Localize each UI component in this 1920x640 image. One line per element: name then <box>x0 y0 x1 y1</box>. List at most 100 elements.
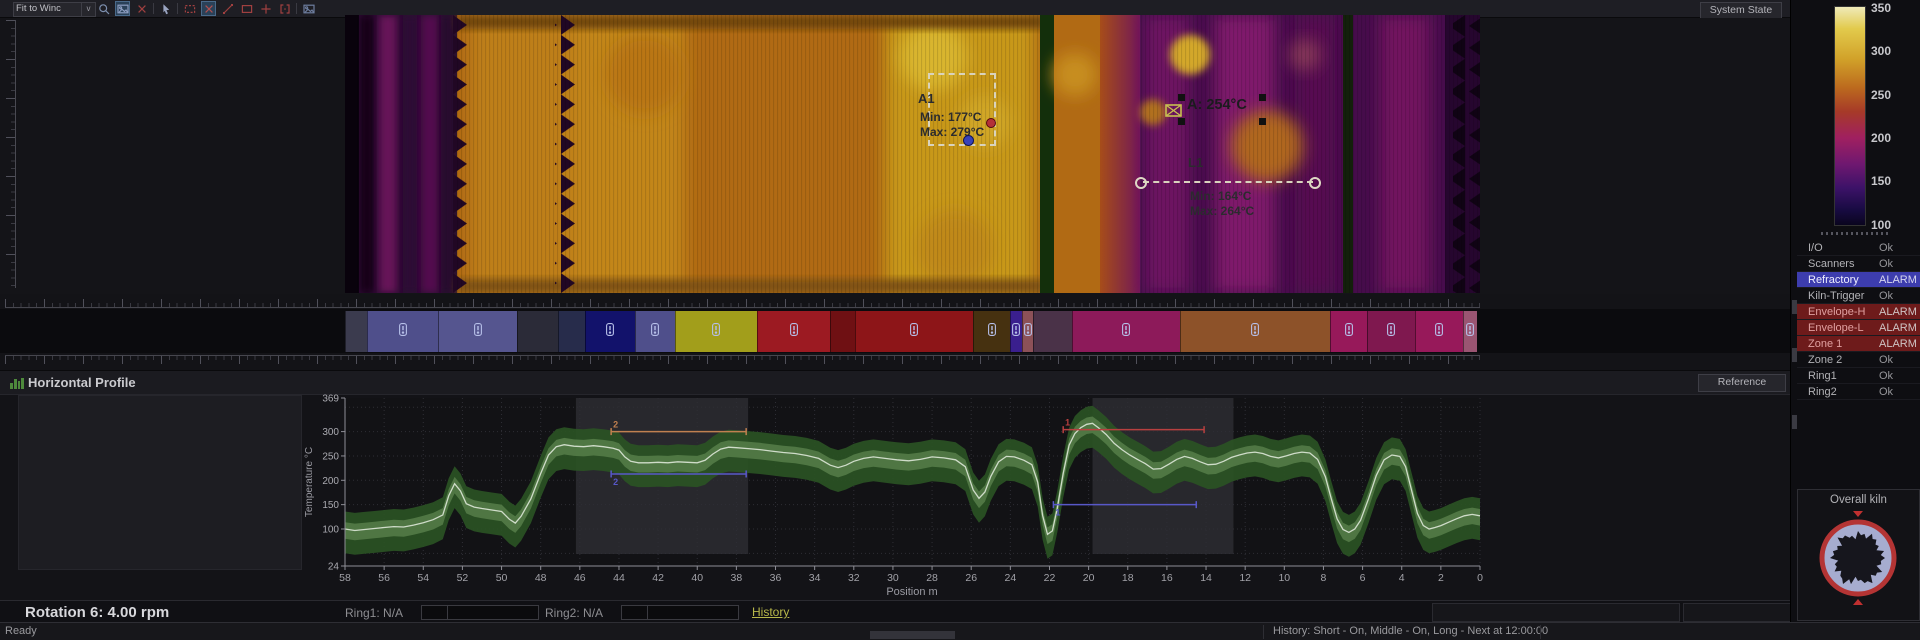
spot-annotation-icon <box>1165 104 1182 117</box>
zoom-tool-icon[interactable] <box>96 1 111 16</box>
panel-splitter[interactable] <box>1821 232 1891 235</box>
status-row-value: ALARM <box>1879 306 1920 318</box>
status-row-label: Zone 2 <box>1797 354 1879 366</box>
zone-segment[interactable] <box>1033 311 1072 352</box>
zone-segment[interactable] <box>1180 311 1330 352</box>
zone-segment[interactable] <box>830 311 855 352</box>
status-row-ring2[interactable]: Ring2Ok <box>1797 384 1920 400</box>
range-tool-icon[interactable] <box>277 1 292 16</box>
x-tick-label: 28 <box>926 572 938 584</box>
image-view-tool-icon[interactable] <box>115 1 130 16</box>
y-tick-label: 24 <box>328 562 340 573</box>
line-annotation-min: Min: 164°C <box>1190 189 1251 203</box>
thermal-image[interactable]: A1 Min: 177°C Max: 279°C A: 254°C L1 Min… <box>345 15 1480 293</box>
status-ready-text: Ready <box>5 625 37 637</box>
x-tick-label: 36 <box>770 572 782 584</box>
x-tick-label: 18 <box>1122 572 1134 584</box>
zone-segment[interactable] <box>438 311 517 352</box>
thermometer-icon <box>1435 323 1443 341</box>
x-tick-label: 56 <box>378 572 390 584</box>
scale-tick-label: 100 <box>1871 218 1891 232</box>
overall-kiln-label: Overall kiln <box>1798 494 1919 506</box>
selection-handle[interactable] <box>1259 118 1266 125</box>
system-state-button[interactable]: System State <box>1700 2 1782 19</box>
clear-tool-icon[interactable] <box>134 1 149 16</box>
history-link[interactable]: History <box>752 605 789 619</box>
area-annotation-label: A1 <box>918 91 935 106</box>
status-row-label: Ring1 <box>1797 370 1879 382</box>
zone-segment[interactable] <box>675 311 757 352</box>
status-row-label: Envelope-L <box>1797 322 1879 334</box>
horizontal-ruler-bottom <box>5 355 1480 368</box>
selection-handle[interactable] <box>1178 94 1185 101</box>
x-tick-label: 46 <box>574 572 586 584</box>
snapshot-tool-icon[interactable] <box>301 1 316 16</box>
line-annotation-line[interactable] <box>1143 181 1313 183</box>
selection-handle[interactable] <box>1178 118 1185 125</box>
thermometer-icon <box>606 323 614 341</box>
y-tick-label: 150 <box>322 500 339 511</box>
thermometer-icon <box>910 323 918 341</box>
status-row-scanners[interactable]: ScannersOk <box>1797 256 1920 272</box>
zone-segment[interactable] <box>757 311 830 352</box>
zone-segment[interactable] <box>1415 311 1463 352</box>
line-endpoint[interactable] <box>1309 177 1321 189</box>
status-row-value: ALARM <box>1879 274 1920 286</box>
line-endpoint[interactable] <box>1135 177 1147 189</box>
view-mode-select[interactable]: Fit to Winc <box>13 2 85 17</box>
thermometer-icon <box>1387 323 1395 341</box>
select-tool-icon[interactable] <box>158 1 173 16</box>
status-row-refractory[interactable]: RefractoryALARM <box>1797 272 1920 288</box>
status-row-i-o[interactable]: I/OOk <box>1797 240 1920 256</box>
zone-segment[interactable] <box>1367 311 1415 352</box>
zone-segment[interactable] <box>558 311 585 352</box>
zone-segment[interactable] <box>367 311 438 352</box>
y-tick-label: 369 <box>322 394 339 405</box>
x-tick-label: 42 <box>652 572 664 584</box>
status-row-envelope-h[interactable]: Envelope-HALARM <box>1797 304 1920 320</box>
zone-segment[interactable] <box>1072 311 1180 352</box>
status-row-kiln-trigger[interactable]: Kiln-TriggerOk <box>1797 288 1920 304</box>
selection-handle[interactable] <box>1259 94 1266 101</box>
status-row-value: Ok <box>1879 258 1920 270</box>
zone-segment[interactable] <box>585 311 635 352</box>
temperature-color-scale <box>1834 6 1866 226</box>
status-row-envelope-l[interactable]: Envelope-LALARM <box>1797 320 1920 336</box>
zone-segment[interactable] <box>855 311 973 352</box>
ring1-value-box <box>421 605 448 620</box>
splitter-grip[interactable] <box>1792 415 1797 429</box>
status-row-ring1[interactable]: Ring1Ok <box>1797 368 1920 384</box>
zone-segment[interactable] <box>973 311 1010 352</box>
area-tool-icon[interactable] <box>182 1 197 16</box>
status-row-label: Zone 1 <box>1797 338 1879 350</box>
min-temp-marker-dot <box>963 135 974 146</box>
y-tick-label: 100 <box>322 524 339 535</box>
delete-annotation-tool-icon[interactable] <box>201 1 216 16</box>
zone-segment[interactable] <box>1022 311 1033 352</box>
status-row-label: Ring2 <box>1797 386 1879 398</box>
zone-segment[interactable] <box>1330 311 1367 352</box>
zone-segment[interactable] <box>635 311 675 352</box>
thermometer-icon <box>1251 323 1259 341</box>
zone-segment[interactable] <box>345 311 367 352</box>
area-annotation-max: Max: 279°C <box>920 125 984 139</box>
reference-button[interactable]: Reference <box>1698 374 1786 392</box>
status-row-label: Kiln-Trigger <box>1797 290 1879 302</box>
line-tool-icon[interactable] <box>220 1 235 16</box>
y-tick-label: 200 <box>322 476 339 487</box>
zone-segment[interactable] <box>1463 311 1477 352</box>
status-row-zone-2[interactable]: Zone 2Ok <box>1797 352 1920 368</box>
status-row-value: Ok <box>1879 370 1920 382</box>
zone-segment[interactable] <box>517 311 558 352</box>
zone-segment[interactable] <box>1010 311 1022 352</box>
status-row-zone-1[interactable]: Zone 1ALARM <box>1797 336 1920 352</box>
right-sidebar: 350300250200150100 I/OOkScannersOkRefrac… <box>1790 0 1920 622</box>
rect-tool-icon[interactable] <box>239 1 254 16</box>
status-row-label: Scanners <box>1797 258 1879 270</box>
spot-annotation-label[interactable]: A: 254°C <box>1187 97 1247 113</box>
thermometer-icon <box>1345 323 1353 341</box>
chevron-down-icon[interactable]: v <box>81 2 96 17</box>
x-tick-label: 40 <box>691 572 703 584</box>
overall-kiln-gauge <box>1798 506 1919 614</box>
spot-tool-icon[interactable] <box>258 1 273 16</box>
